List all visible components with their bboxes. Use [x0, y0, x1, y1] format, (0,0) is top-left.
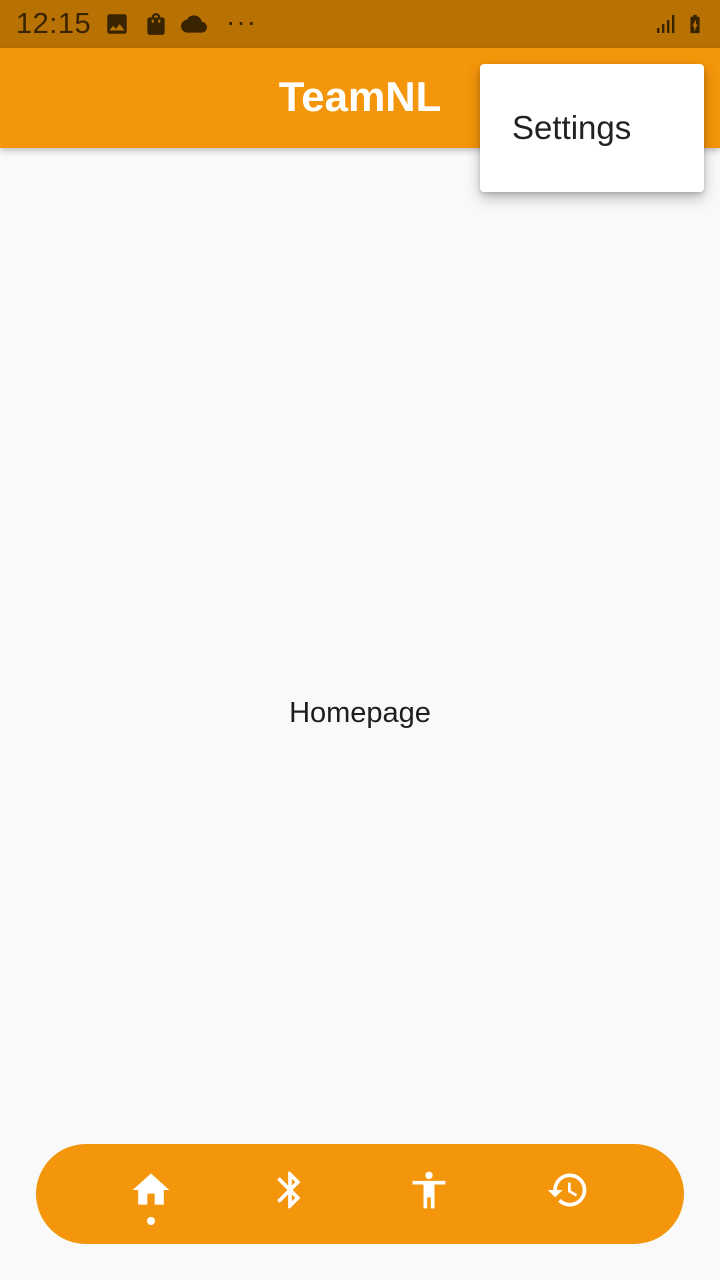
nav-item-home[interactable]	[111, 1144, 191, 1244]
overflow-menu: Settings	[480, 64, 704, 192]
accessibility-icon	[412, 1171, 446, 1209]
menu-item-label: Settings	[512, 109, 632, 146]
nav-item-bluetooth[interactable]	[250, 1144, 330, 1244]
battery-charging-icon	[684, 11, 706, 37]
history-icon	[547, 1173, 587, 1207]
active-indicator-dot	[147, 1217, 155, 1225]
bluetooth-icon	[277, 1171, 301, 1209]
nav-item-history[interactable]	[528, 1144, 608, 1244]
menu-item-settings[interactable]: Settings	[480, 96, 704, 160]
home-icon	[132, 1173, 170, 1205]
bottom-navigation-bar	[36, 1144, 684, 1244]
more-notifications-indicator: ···	[226, 6, 257, 37]
status-time: 12:15	[16, 8, 92, 40]
image-icon	[104, 11, 130, 37]
cloud-icon	[180, 11, 208, 37]
shopping-bag-icon	[143, 11, 169, 37]
nav-item-accessibility[interactable]	[389, 1144, 469, 1244]
status-bar: 12:15 ···	[0, 0, 720, 48]
signal-icon	[654, 11, 678, 37]
homepage-text: Homepage	[289, 697, 431, 729]
